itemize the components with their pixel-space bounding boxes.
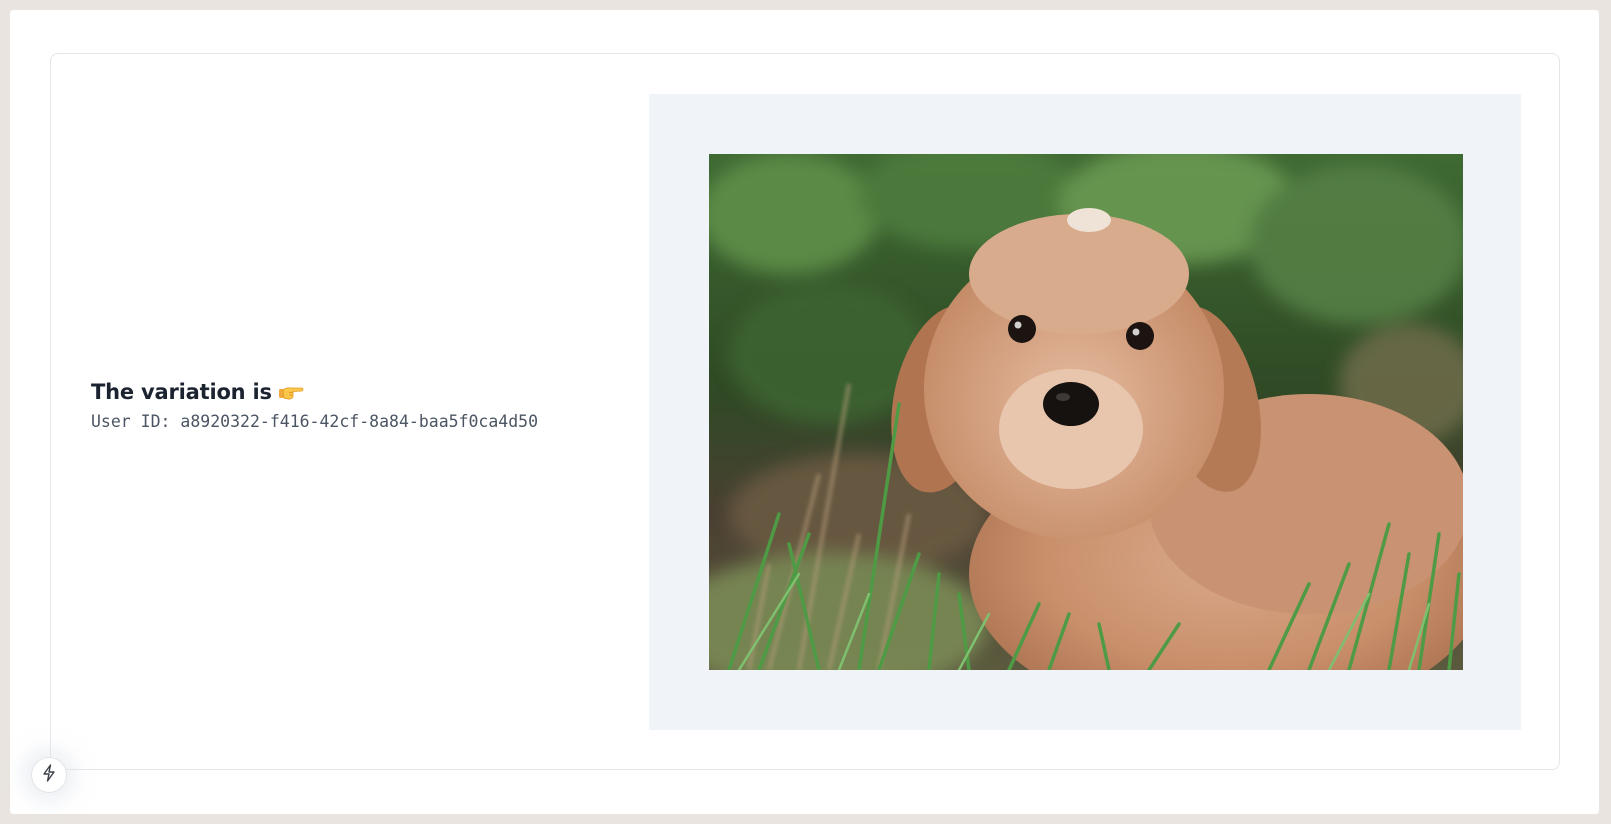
user-id-label: User ID: bbox=[91, 412, 171, 431]
puppy-photo bbox=[709, 154, 1463, 670]
lightning-bolt-icon bbox=[42, 763, 56, 787]
user-id-value: a8920322-f416-42cf-8a84-baa5f0ca4d50 bbox=[180, 412, 539, 431]
lightning-bolt-button[interactable] bbox=[31, 757, 67, 793]
variation-card: The variation is User ID: a8920322-f416-… bbox=[50, 53, 1560, 770]
pointing-right-icon bbox=[278, 382, 304, 402]
variation-text-block: The variation is User ID: a8920322-f416-… bbox=[91, 380, 538, 431]
user-id-line: User ID: a8920322-f416-42cf-8a84-baa5f0c… bbox=[91, 412, 538, 431]
variation-title-row: The variation is bbox=[91, 380, 538, 404]
image-panel bbox=[649, 94, 1521, 730]
page-frame: The variation is User ID: a8920322-f416-… bbox=[10, 10, 1599, 814]
variation-title: The variation is bbox=[91, 380, 272, 404]
